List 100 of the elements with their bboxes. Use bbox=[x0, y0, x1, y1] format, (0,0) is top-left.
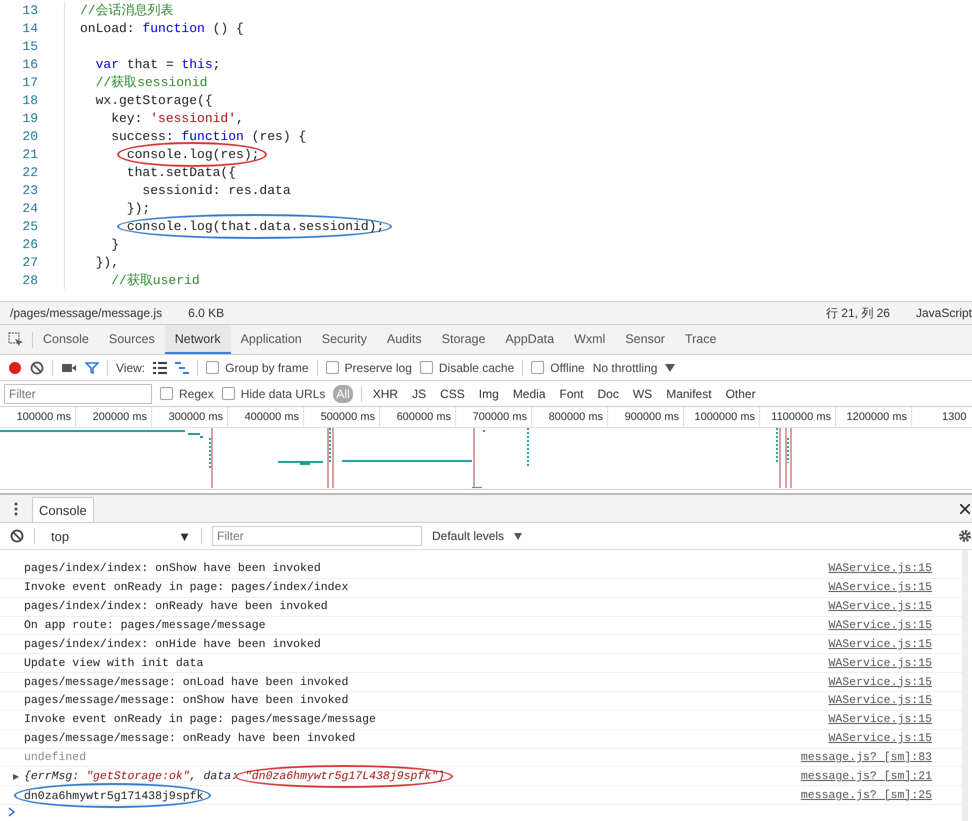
type-filter[interactable]: JS bbox=[409, 384, 430, 402]
devtools-tab[interactable]: Console bbox=[33, 325, 99, 354]
levels-select[interactable]: Default levels bbox=[432, 529, 504, 543]
filter-icon[interactable] bbox=[85, 360, 99, 374]
code-line: success: function (res) { bbox=[110, 128, 306, 144]
clear-icon[interactable] bbox=[30, 360, 44, 374]
filter-field[interactable]: Filter bbox=[212, 526, 422, 546]
list-view-icon[interactable] bbox=[153, 362, 168, 374]
code-line: //会话消息列表 bbox=[80, 2, 174, 19]
source-link[interactable]: WAService.js:15 bbox=[828, 562, 932, 576]
code-line: //获取sessionid bbox=[94, 74, 208, 91]
devtools-tab[interactable]: Security bbox=[312, 325, 377, 354]
dropdown-icon[interactable] bbox=[514, 532, 522, 540]
devtools-tab[interactable]: AppData bbox=[495, 325, 564, 354]
source-link[interactable]: WAService.js:15 bbox=[828, 638, 932, 651]
record-icon[interactable] bbox=[8, 360, 22, 374]
settings-icon[interactable] bbox=[958, 529, 972, 543]
type-filter[interactable]: Doc bbox=[594, 384, 622, 402]
source-link[interactable]: message.js? [sm]:21 bbox=[800, 770, 932, 783]
console-message: dn0za6hmywtr5g171438j9spfk bbox=[24, 790, 204, 803]
devtools-tab[interactable]: Sensor bbox=[615, 325, 675, 354]
time-tick: 400000 ms bbox=[228, 407, 304, 427]
console-message: pages/message/message: onReady have been invoked bbox=[24, 732, 356, 746]
checkbox[interactable]: Disable cache bbox=[420, 360, 514, 374]
console-message: pages/index/index: onShow have been invoked bbox=[24, 562, 321, 576]
devtools-tab[interactable]: Audits bbox=[376, 325, 432, 354]
devtools-tab[interactable]: Sources bbox=[98, 325, 165, 354]
line-number: 21 bbox=[21, 146, 38, 162]
clear-icon[interactable] bbox=[10, 529, 24, 543]
type-filter[interactable]: XHR bbox=[370, 384, 402, 402]
type-filter[interactable]: Other bbox=[722, 384, 759, 402]
expand-arrow[interactable]: ▶ bbox=[13, 772, 19, 781]
console-message: Invoke event onReady in page: pages/index/index bbox=[24, 581, 348, 594]
checkbox[interactable]: Hide data URLs bbox=[222, 386, 326, 400]
source-link[interactable]: WAService.js:15 bbox=[828, 600, 932, 614]
dropdown-arrow: ▼ bbox=[178, 528, 191, 544]
source-link[interactable]: WAService.js:15 bbox=[828, 676, 932, 689]
filter-field[interactable]: Filter bbox=[4, 384, 152, 404]
time-tick: 1000000 ms bbox=[684, 407, 760, 427]
source-link[interactable]: WAService.js:15 bbox=[828, 713, 932, 726]
type-filter[interactable]: Img bbox=[476, 384, 502, 402]
type-filter[interactable]: Media bbox=[510, 384, 548, 402]
console-message: On app route: pages/message/message bbox=[24, 619, 266, 632]
code-line: //获取userid bbox=[110, 272, 200, 289]
time-tick: 1100000 ms bbox=[760, 407, 836, 427]
type-filter[interactable]: CSS bbox=[437, 384, 468, 402]
line-number: 24 bbox=[21, 200, 38, 216]
checkbox[interactable]: Offline bbox=[531, 360, 585, 374]
console-message: pages/index/index: onHide have been invoked bbox=[24, 638, 321, 651]
drawer-tab[interactable]: Console bbox=[32, 497, 94, 522]
time-tick: 700000 ms bbox=[456, 407, 532, 427]
code-line: sessionid: res.data bbox=[141, 182, 291, 198]
line-number: 14 bbox=[21, 20, 38, 36]
inspect-icon[interactable] bbox=[8, 332, 24, 348]
cursor-position: 行 21, 列 26 bbox=[826, 304, 890, 322]
source-link[interactable]: WAService.js:15 bbox=[828, 581, 932, 594]
line-number: 17 bbox=[21, 74, 38, 90]
source-link[interactable]: WAService.js:15 bbox=[828, 619, 932, 632]
checkbox[interactable]: Preserve log bbox=[326, 360, 412, 374]
source-link[interactable]: message.js? [sm]:25 bbox=[800, 788, 932, 802]
devtools-tab[interactable]: Storage bbox=[432, 325, 496, 354]
devtools-tab[interactable]: Wxml bbox=[564, 325, 616, 354]
code-line: } bbox=[110, 236, 120, 252]
console-message: undefined bbox=[24, 751, 86, 764]
console-message: pages/index/index: onReady have been invoked bbox=[24, 600, 328, 614]
time-tick: 500000 ms bbox=[304, 407, 380, 427]
waterfall-view-icon[interactable] bbox=[175, 362, 190, 374]
line-number: 22 bbox=[21, 164, 38, 180]
camera-icon[interactable] bbox=[61, 362, 77, 374]
context-select[interactable]: top ▼ bbox=[45, 528, 191, 544]
code-line: wx.getStorage({ bbox=[94, 92, 213, 108]
throttling-select[interactable]: No throttling bbox=[592, 360, 658, 374]
dropdown-icon[interactable] bbox=[665, 364, 676, 372]
type-filter[interactable]: Font bbox=[556, 384, 587, 402]
checkbox[interactable]: Regex bbox=[160, 386, 214, 400]
type-filter[interactable]: WS bbox=[630, 384, 656, 402]
line-number: 20 bbox=[21, 128, 38, 144]
source-link[interactable]: WAService.js:15 bbox=[828, 656, 932, 670]
time-tick: 600000 ms bbox=[380, 407, 456, 427]
checkbox[interactable]: Group by frame bbox=[206, 360, 309, 374]
close-icon[interactable] bbox=[960, 504, 970, 514]
line-number: 15 bbox=[21, 38, 38, 54]
time-tick: 200000 ms bbox=[76, 407, 152, 427]
code-line: var that = this; bbox=[94, 56, 220, 72]
console-message: pages/message/message: onLoad have been invoked bbox=[24, 676, 348, 689]
console-message: Update view with init data bbox=[24, 656, 204, 670]
line-number: 23 bbox=[21, 182, 38, 198]
devtools-tab[interactable]: Application bbox=[230, 325, 312, 354]
source-link[interactable]: WAService.js:15 bbox=[828, 732, 932, 746]
code-line: }), bbox=[94, 254, 120, 270]
code-line: that.setData({ bbox=[126, 164, 236, 180]
source-link[interactable]: WAService.js:15 bbox=[828, 694, 932, 708]
prompt-icon[interactable] bbox=[8, 807, 16, 818]
devtools-tab[interactable]: Network bbox=[164, 325, 231, 354]
time-tick: 900000 ms bbox=[608, 407, 684, 427]
type-filter[interactable]: Manifest bbox=[663, 384, 715, 402]
devtools-tab[interactable]: Trace bbox=[674, 325, 726, 354]
line-number: 28 bbox=[21, 272, 38, 288]
time-tick: 1300 bbox=[941, 410, 968, 425]
source-link[interactable]: message.js? [sm]:83 bbox=[800, 751, 932, 764]
